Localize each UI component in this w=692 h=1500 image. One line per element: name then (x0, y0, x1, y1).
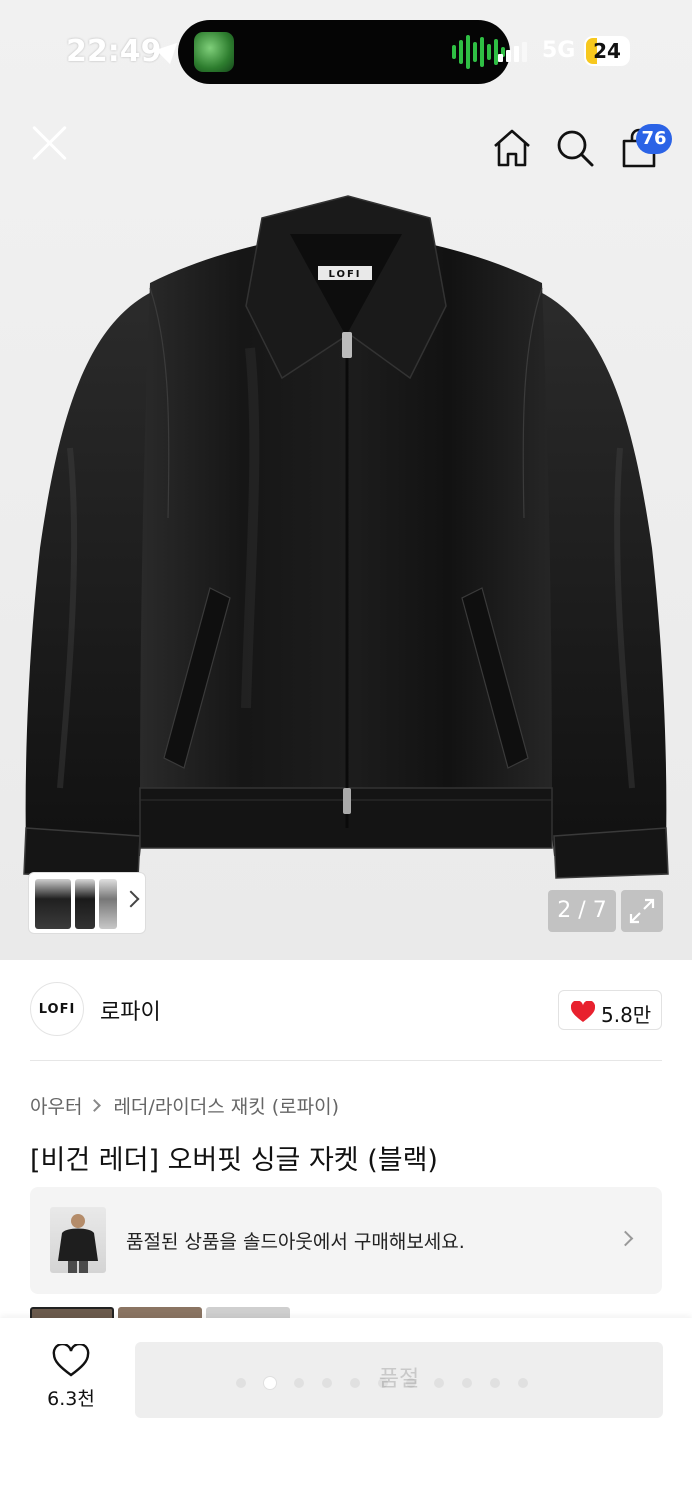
breadcrumb: 아우터 레더/라이더스 재킷 (로파이) (30, 1092, 339, 1119)
soldout-banner[interactable]: 품절된 상품을 솔드아웃에서 구매해보세요. (30, 1187, 662, 1294)
image-counter: 2 / 7 (548, 890, 616, 932)
dynamic-island (178, 20, 510, 84)
cellular-signal-icon (498, 42, 527, 62)
close-icon[interactable] (30, 122, 70, 162)
jacket-brand-label: LOFI (328, 269, 361, 280)
brand-like-button[interactable]: 5.8만 (558, 990, 662, 1030)
battery-level: 24 (593, 39, 621, 63)
cart-count-badge: 76 (636, 124, 672, 154)
look-thumbnail[interactable] (75, 879, 95, 929)
look-thumbnail[interactable] (99, 879, 117, 929)
breadcrumb-subcategory[interactable]: 레더/라이더스 재킷 (로파이) (113, 1092, 339, 1119)
brand-like-count: 5.8만 (601, 1003, 652, 1027)
chevron-right-icon (122, 890, 140, 908)
heart-icon (52, 1344, 90, 1377)
divider (30, 1060, 662, 1061)
battery-icon: 24 (584, 36, 630, 66)
chevron-right-icon (617, 1230, 634, 1247)
product-image-gallery[interactable]: 22:49 5G 24 76 LOFI 2 / 7 (0, 0, 692, 960)
soldout-banner-text: 품절된 상품을 솔드아웃에서 구매해보세요. (126, 1231, 465, 1253)
product-photo: LOFI (23, 195, 669, 879)
wishlist-button[interactable]: 6.3천 (34, 1344, 108, 1414)
chevron-right-icon (88, 1099, 102, 1112)
soldout-thumbnail (50, 1207, 106, 1273)
search-icon[interactable] (553, 126, 597, 170)
page-indicator-dots (236, 1377, 528, 1389)
wishlist-count: 6.3천 (47, 1388, 95, 1410)
brand-logo[interactable]: LOFI (30, 982, 84, 1036)
breadcrumb-category[interactable]: 아우터 (30, 1092, 82, 1119)
bottom-action-bar: 6.3천 품절 (0, 1318, 692, 1500)
expand-icon[interactable] (621, 890, 663, 932)
heart-icon (571, 1001, 595, 1022)
status-bar: 22:49 5G 24 (0, 0, 692, 104)
now-playing-artwork (194, 32, 234, 72)
product-title: [비건 레더] 오버핏 싱글 자켓 (블랙) (30, 1145, 438, 1176)
look-thumbnails[interactable] (28, 872, 146, 934)
network-type: 5G (542, 38, 576, 63)
status-time: 22:49 (66, 34, 162, 69)
look-thumbnail[interactable] (35, 879, 71, 929)
brand-row: LOFI 로파이 5.8만 (0, 978, 692, 1042)
brand-name[interactable]: 로파이 (100, 994, 161, 1026)
home-icon[interactable] (490, 126, 534, 170)
